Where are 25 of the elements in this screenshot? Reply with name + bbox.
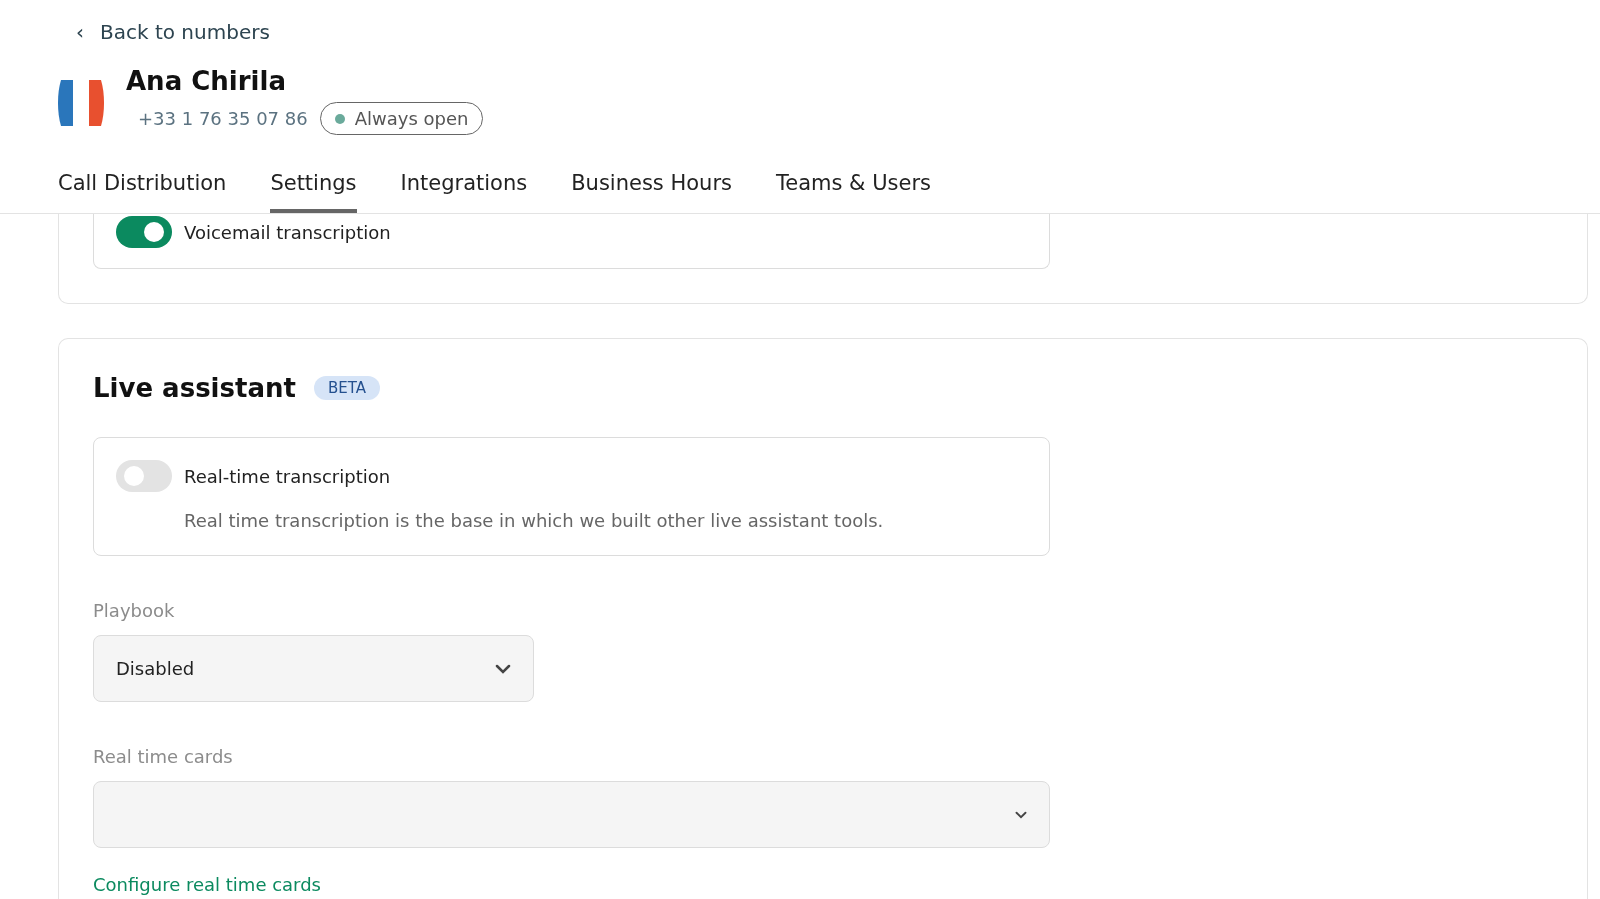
flag-icon: [58, 80, 104, 126]
back-link-label: Back to numbers: [100, 20, 270, 44]
chevron-down-icon: [1015, 810, 1027, 819]
tab[interactable]: Call Distribution: [58, 171, 227, 213]
tab[interactable]: Business Hours: [571, 171, 732, 213]
field-label: Real time cards: [93, 746, 234, 767]
section-title: Live assistant: [93, 373, 296, 403]
toggle-switch[interactable]: [116, 460, 172, 492]
toggle-switch[interactable]: [116, 216, 172, 248]
toggle-label: Real-time transcription: [184, 465, 391, 487]
chevron-down-icon: [495, 663, 511, 674]
back-link[interactable]: ‹ Back to numbers: [76, 20, 270, 44]
toggle-label: Voicemail transcription: [184, 221, 391, 243]
number-name: Ana Chirila: [126, 66, 287, 96]
option-description: Real time transcription is the base in which we built other live assistant tools.: [184, 510, 885, 531]
tab[interactable]: Teams & Users: [776, 171, 931, 213]
chevron-left-icon: ‹: [76, 20, 84, 44]
dropdown-field[interactable]: [93, 781, 1050, 848]
phone-number: +33 1 76 35 07 86: [138, 108, 308, 129]
tab[interactable]: Settings: [270, 171, 357, 213]
tab[interactable]: Integrations: [400, 171, 528, 213]
beta-badge: BETA: [313, 376, 380, 400]
field-label: Playbook: [93, 600, 176, 621]
dropdown-field[interactable]: Disabled: [93, 635, 534, 702]
configure-link[interactable]: Configure real time cards: [93, 874, 321, 895]
